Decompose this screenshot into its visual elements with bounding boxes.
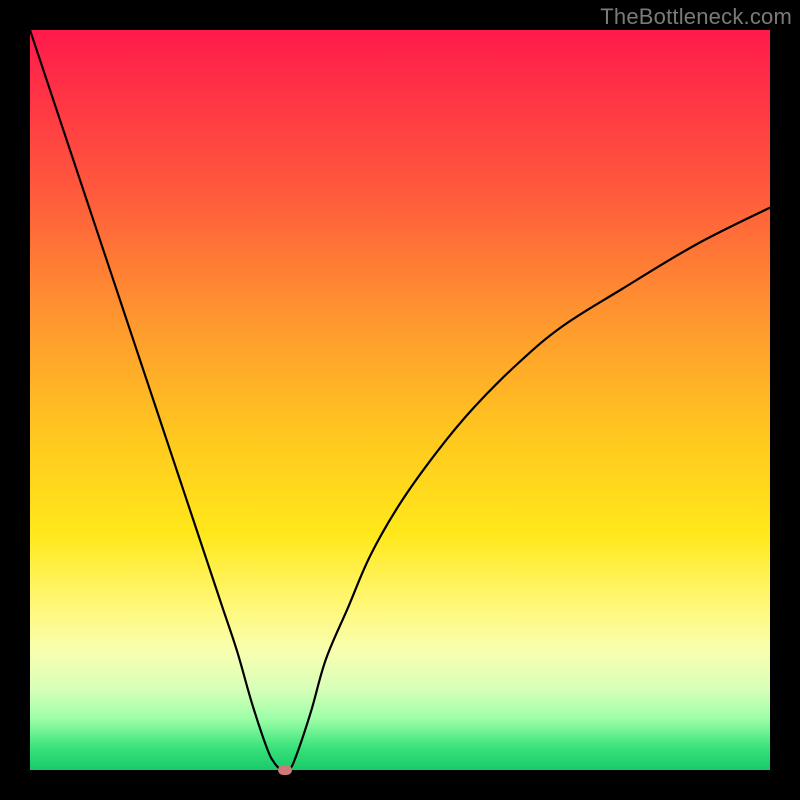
chart-frame: TheBottleneck.com (0, 0, 800, 800)
optimum-marker (278, 765, 292, 775)
bottleneck-curve (30, 30, 770, 772)
curve-svg (30, 30, 770, 770)
watermark-text: TheBottleneck.com (600, 4, 792, 30)
plot-area (30, 30, 770, 770)
